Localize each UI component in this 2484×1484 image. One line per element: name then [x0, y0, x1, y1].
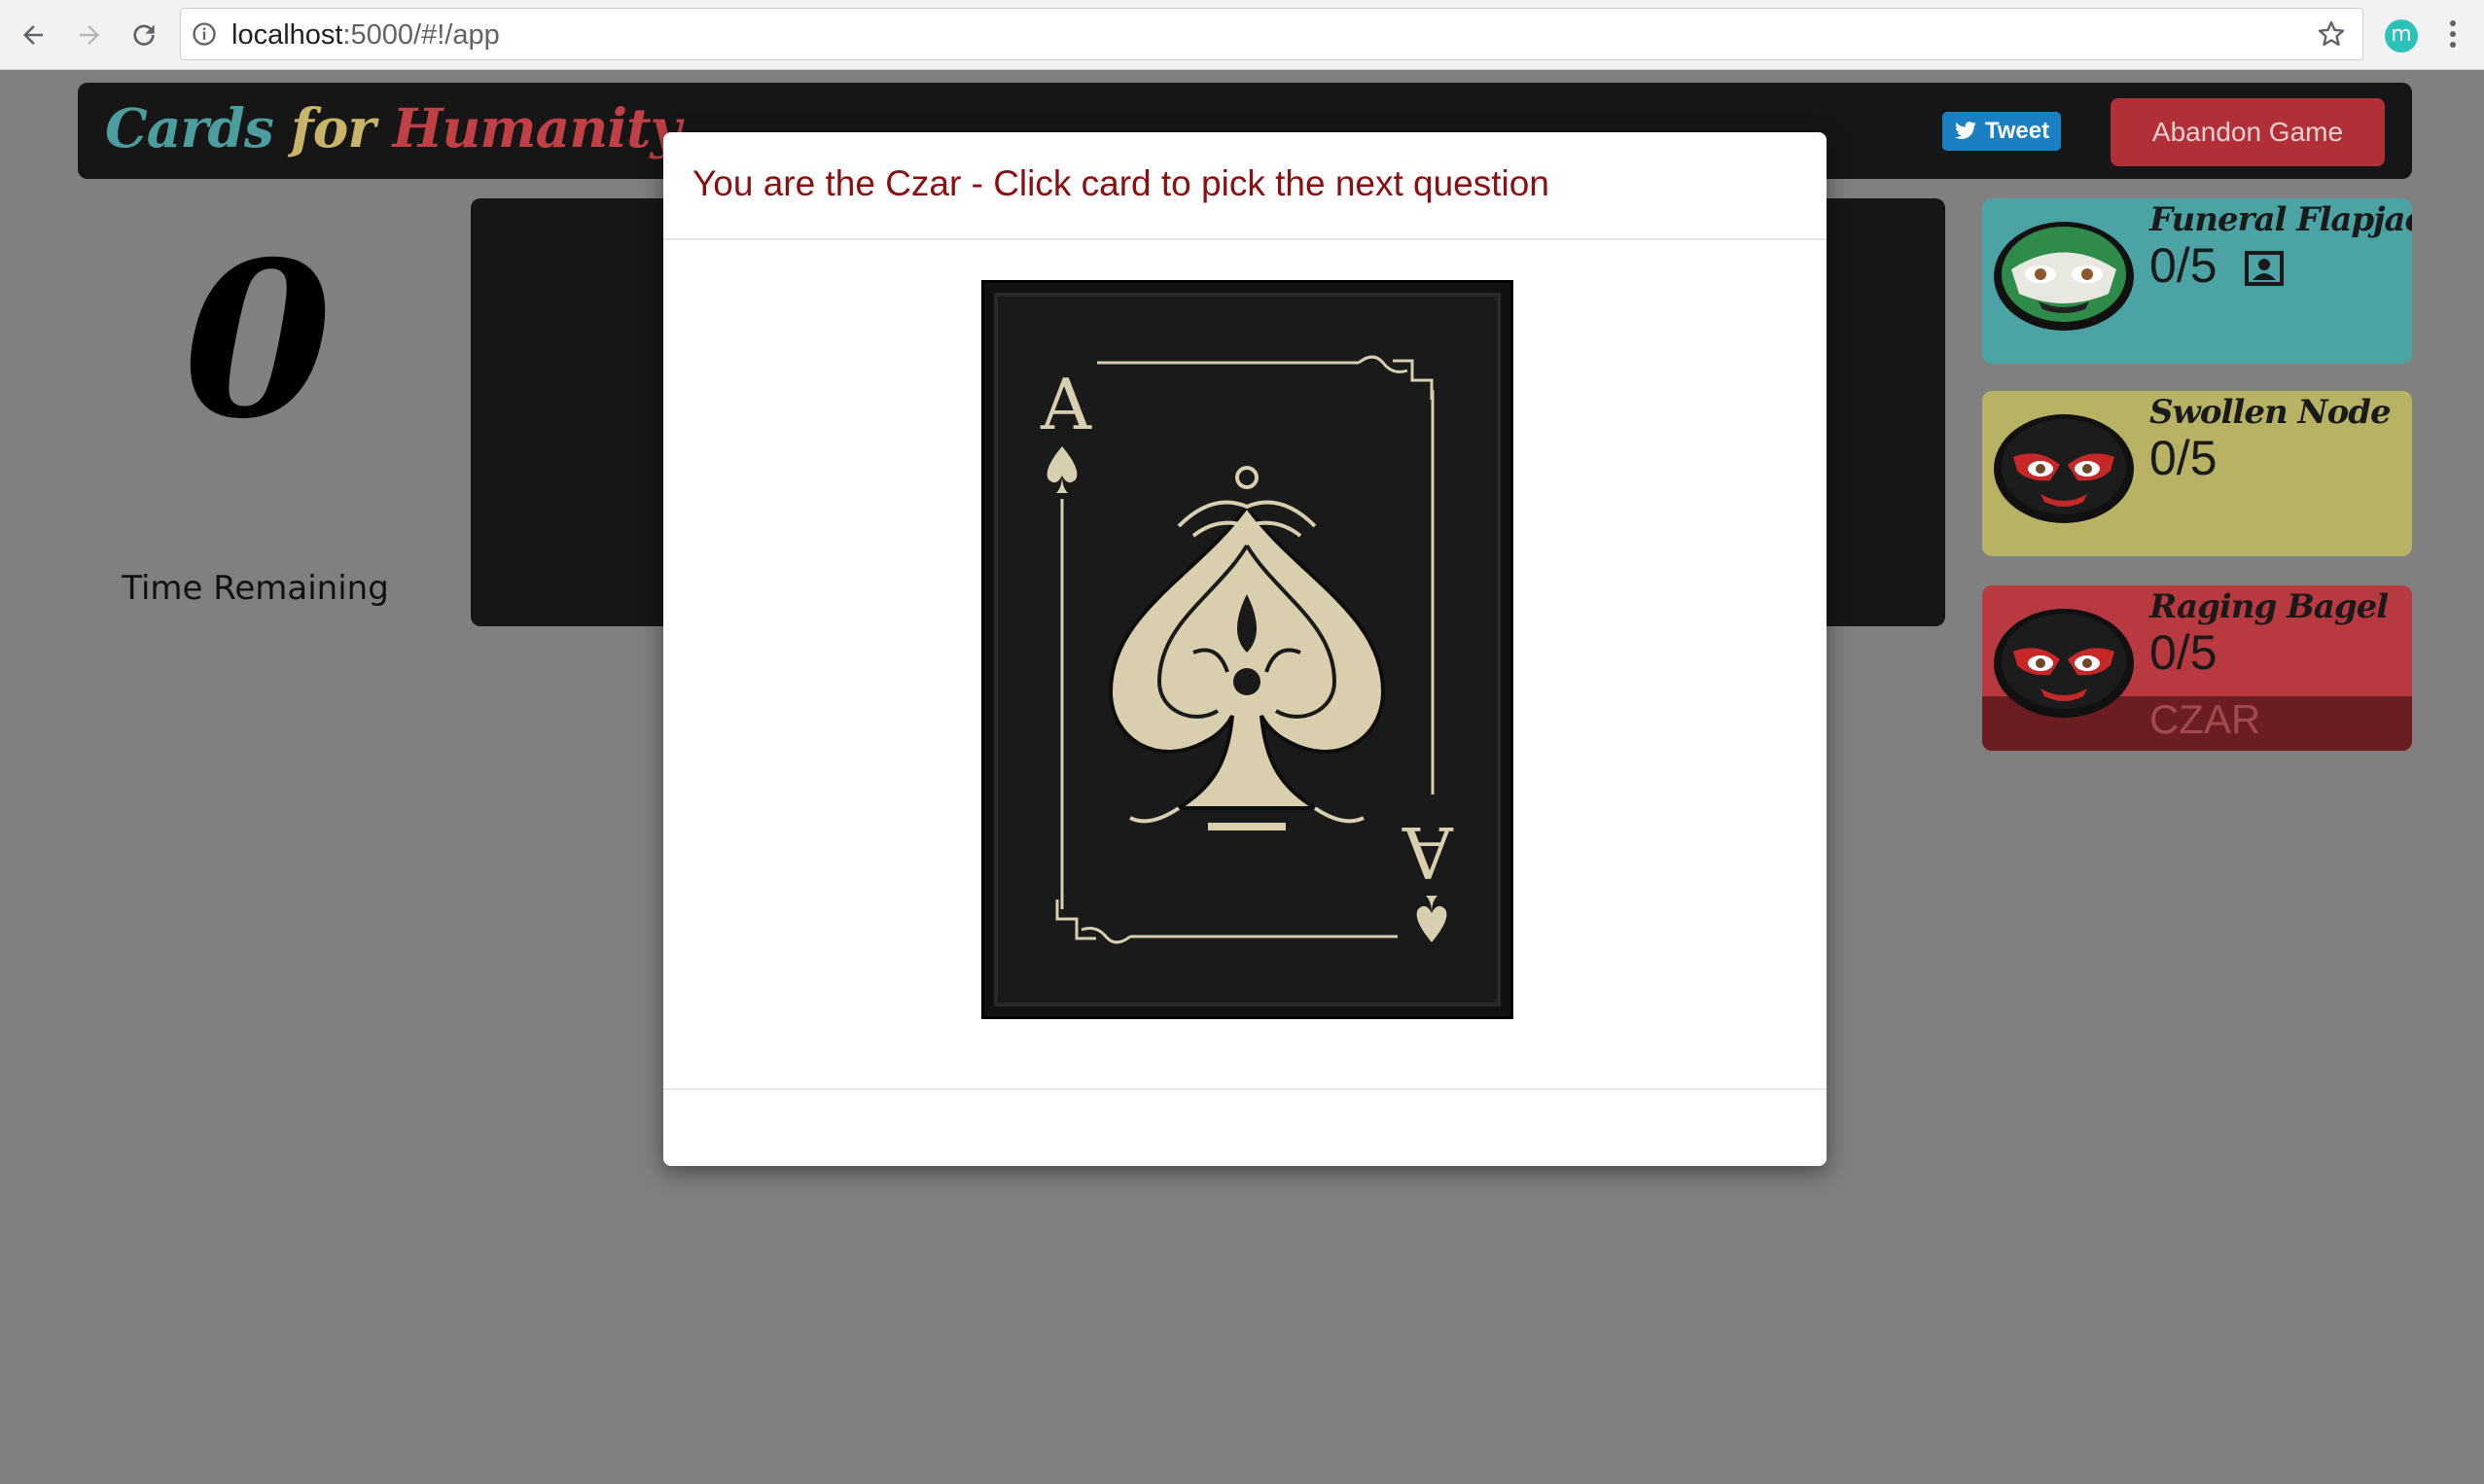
app-logo: Cards for Humanity — [105, 96, 681, 159]
back-arrow-icon — [23, 25, 43, 45]
timer-label: Time Remaining — [122, 569, 389, 608]
back-button[interactable] — [12, 14, 54, 56]
player-name: Swollen Node — [2149, 393, 2392, 432]
question-card-button[interactable]: A A — [981, 280, 1513, 1019]
card-rank: A — [1040, 364, 1092, 445]
player-card: Funeral Flapjack 0/5 — [1982, 198, 2412, 364]
url-text: localhost:5000/#!/app — [231, 19, 500, 51]
address-bar[interactable]: localhost:5000/#!/app — [180, 8, 2363, 60]
browser-menu-icon[interactable] — [2443, 16, 2463, 54]
abandon-game-button[interactable]: Abandon Game — [2111, 98, 2385, 166]
player-card: Swollen Node 0/5 — [1982, 391, 2412, 556]
modal-header: You are the Czar - Click card to pick th… — [663, 132, 1827, 240]
player-score: 0/5 — [2149, 625, 2218, 680]
red-wrestler-mask-icon — [1994, 609, 2134, 718]
browser-toolbar: localhost:5000/#!/app m — [0, 0, 2484, 70]
bookmark-star-icon[interactable] — [2316, 18, 2347, 50]
player-score: 0/5 — [2149, 238, 2218, 293]
forward-button[interactable] — [68, 14, 111, 56]
info-icon[interactable] — [191, 20, 218, 48]
extension-icon[interactable]: m — [2385, 19, 2418, 53]
player-name: Raging Bagel — [2149, 587, 2389, 626]
green-wrestler-mask-icon — [1994, 222, 2134, 331]
red-wrestler-mask-icon — [1994, 414, 2134, 523]
reload-button[interactable] — [123, 14, 165, 56]
player-card-icon — [2245, 251, 2284, 286]
svg-text:A: A — [1402, 811, 1454, 893]
ace-of-spades-card: A A — [984, 283, 1510, 1016]
player-card: Raging Bagel 0/5 CZAR — [1982, 585, 2412, 751]
forward-arrow-icon — [80, 25, 99, 45]
modal-footer — [663, 1088, 1827, 1166]
czar-badge: CZAR — [2149, 696, 2261, 742]
player-score: 0/5 — [2149, 431, 2218, 485]
tweet-button[interactable]: Tweet — [1942, 112, 2061, 151]
timer-value: 0 — [183, 214, 333, 466]
czar-modal: You are the Czar - Click card to pick th… — [663, 132, 1827, 1166]
reload-icon — [133, 24, 155, 46]
player-name: Funeral Flapjack — [2149, 200, 2412, 239]
modal-title: You are the Czar - Click card to pick th… — [692, 163, 1549, 203]
twitter-bird-icon — [1954, 122, 1976, 139]
